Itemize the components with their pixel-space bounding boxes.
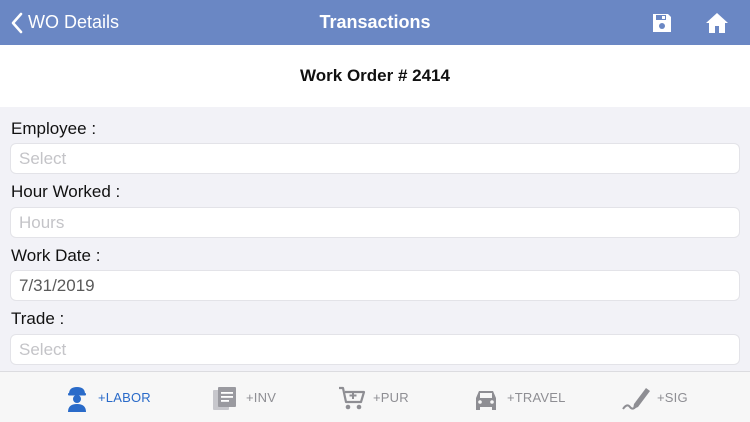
- chevron-left-icon: [11, 12, 23, 33]
- tab-travel[interactable]: +TRAVEL: [471, 372, 566, 422]
- labor-form: Employee : Hour Worked : Work Date : Tra…: [0, 107, 750, 371]
- tab-inventory-label: +INV: [246, 390, 277, 405]
- employee-select[interactable]: [10, 143, 740, 174]
- tab-inventory[interactable]: +INV: [210, 372, 276, 422]
- tab-labor[interactable]: +LABOR: [62, 372, 151, 422]
- work-order-title: Work Order # 2414: [300, 66, 450, 85]
- signature-icon: [622, 387, 650, 410]
- work-date-field[interactable]: [10, 270, 740, 301]
- back-button-label: WO Details: [28, 12, 120, 32]
- tab-bar: +LABOR +INV +PUR +TRAVEL +SIG: [0, 371, 750, 422]
- navigation-bar: WO Details Transactions: [0, 0, 750, 45]
- hours-label: Hour Worked :: [11, 182, 121, 201]
- home-icon[interactable]: [705, 11, 729, 35]
- work-order-header: Work Order # 2414: [0, 45, 750, 107]
- tab-labor-label: +LABOR: [98, 390, 151, 405]
- hours-input[interactable]: [10, 207, 740, 238]
- save-icon[interactable]: [650, 11, 674, 35]
- employee-label: Employee :: [11, 119, 97, 138]
- trade-label: Trade :: [11, 309, 65, 328]
- tab-signature[interactable]: +SIG: [621, 372, 688, 422]
- tab-travel-label: +TRAVEL: [507, 390, 566, 405]
- clipboard-icon: [213, 386, 236, 410]
- tab-purchase[interactable]: +PUR: [337, 372, 409, 422]
- back-button[interactable]: WO Details: [10, 0, 119, 45]
- tab-signature-label: +SIG: [657, 390, 688, 405]
- worker-icon: [68, 386, 86, 412]
- work-date-label: Work Date :: [11, 246, 101, 265]
- cart-icon: [339, 386, 366, 409]
- tab-purchase-label: +PUR: [373, 390, 409, 405]
- trade-select[interactable]: [10, 334, 740, 365]
- car-icon: [476, 390, 496, 410]
